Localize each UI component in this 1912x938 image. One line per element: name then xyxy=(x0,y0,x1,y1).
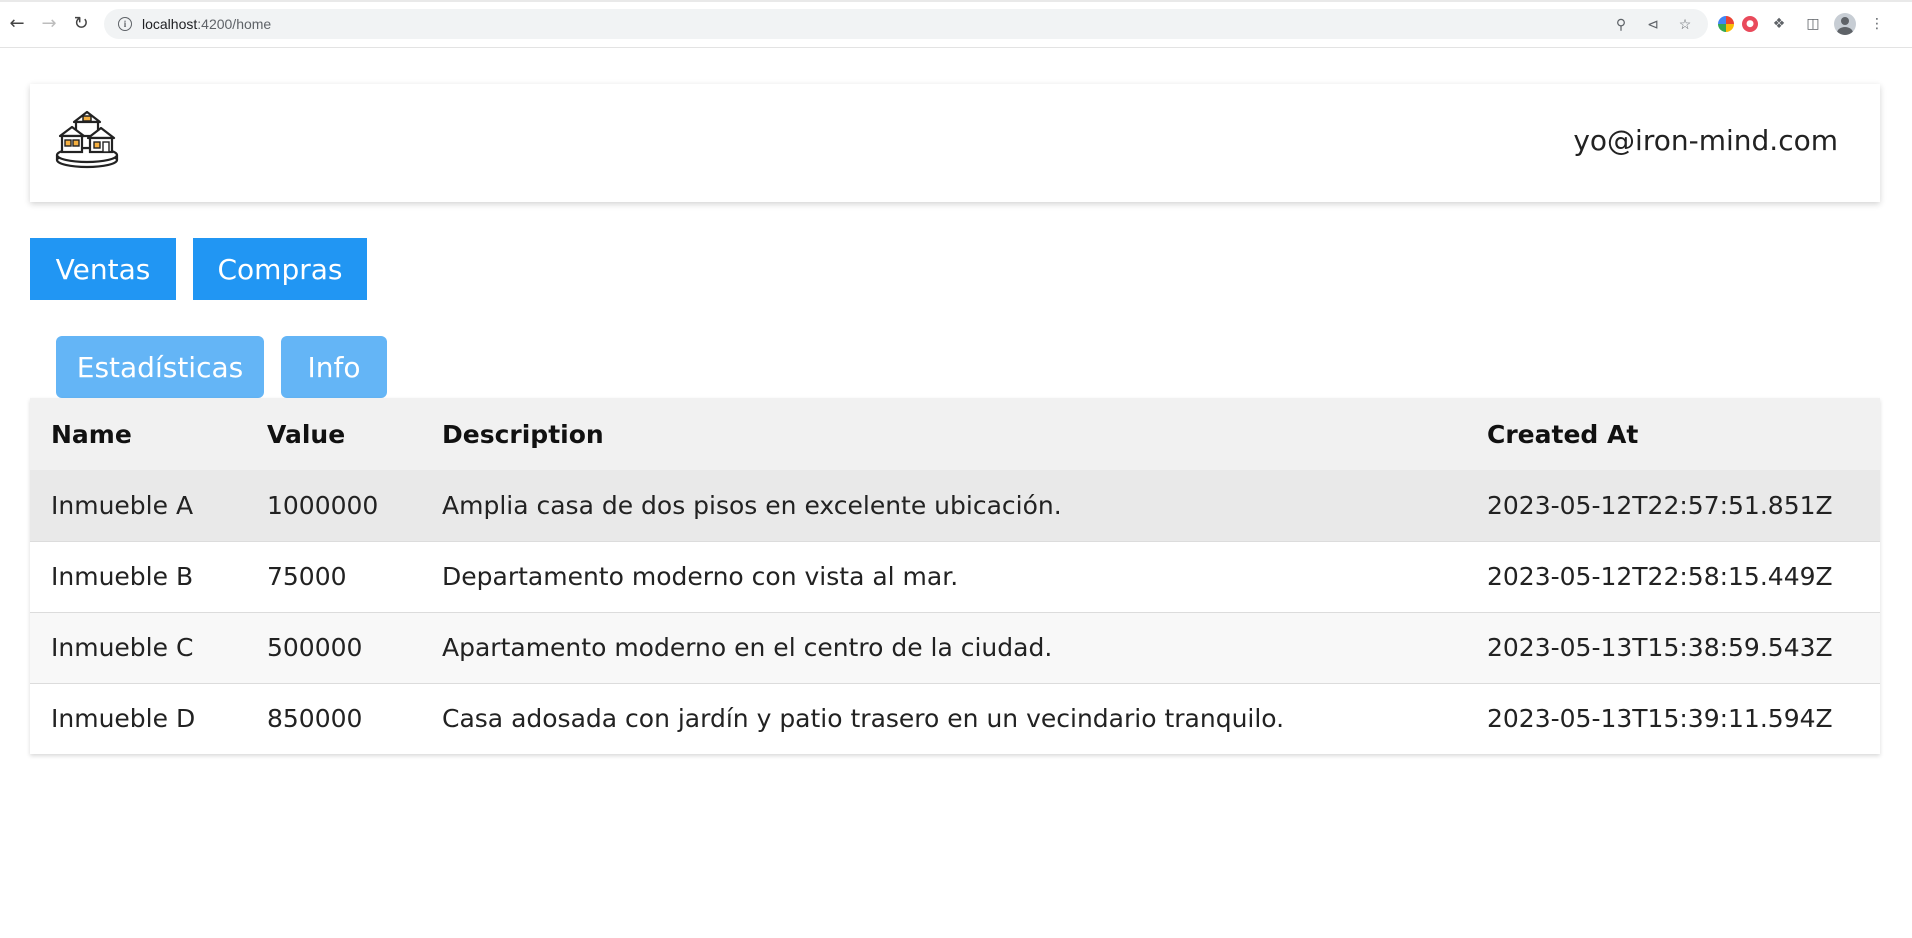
house-coins-icon[interactable] xyxy=(54,106,120,170)
forward-arrow-icon[interactable]: → xyxy=(36,11,62,37)
app-header: yo@iron-mind.com xyxy=(30,84,1880,202)
red-extension-icon[interactable]: ● xyxy=(1742,16,1758,32)
kebab-menu-icon[interactable]: ⋮ xyxy=(1864,11,1890,37)
table-row[interactable]: Inmueble C 500000 Apartamento moderno en… xyxy=(30,611,1880,683)
user-email: yo@iron-mind.com xyxy=(1573,124,1838,157)
ventas-button[interactable]: Ventas xyxy=(30,238,176,300)
cell-name: Inmueble C xyxy=(30,611,246,683)
loading-bar xyxy=(0,0,1912,2)
cell-description: Casa adosada con jardín y patio trasero … xyxy=(421,682,1466,754)
tab-estadisticas[interactable]: Estadísticas xyxy=(56,336,264,398)
cell-value: 1000000 xyxy=(246,470,421,541)
cell-value: 75000 xyxy=(246,540,421,612)
column-header-value: Value xyxy=(246,398,421,470)
extensions-area: ● ❖ ◫ ⋮ xyxy=(1718,11,1890,37)
cell-created-at: 2023-05-12T22:58:15.449Z xyxy=(1466,540,1880,612)
properties-table: Name Value Description Created At Inmueb… xyxy=(30,398,1880,754)
color-extension-icon[interactable] xyxy=(1718,16,1734,32)
zoom-icon[interactable]: ⚲ xyxy=(1610,13,1632,35)
table-header-row: Name Value Description Created At xyxy=(30,398,1880,470)
browser-toolbar: ← → ↻ i localhost:4200/home ⚲ ⊲ ☆ ● ❖ ◫ … xyxy=(0,0,1912,48)
bookmark-star-icon[interactable]: ☆ xyxy=(1674,13,1696,35)
table-row[interactable]: Inmueble D 850000 Casa adosada con jardí… xyxy=(30,682,1880,754)
column-header-name: Name xyxy=(30,398,246,470)
cell-value: 850000 xyxy=(246,682,421,754)
cell-created-at: 2023-05-13T15:39:11.594Z xyxy=(1466,682,1880,754)
url-path: :4200/home xyxy=(197,16,272,32)
share-icon[interactable]: ⊲ xyxy=(1642,13,1664,35)
site-info-icon[interactable]: i xyxy=(118,17,132,31)
column-header-created-at: Created At xyxy=(1466,398,1880,470)
cell-name: Inmueble A xyxy=(30,470,246,541)
table-row[interactable]: Inmueble B 75000 Departamento moderno co… xyxy=(30,540,1880,612)
cell-created-at: 2023-05-12T22:57:51.851Z xyxy=(1466,470,1880,541)
puzzle-extensions-icon[interactable]: ❖ xyxy=(1766,11,1792,37)
cell-name: Inmueble B xyxy=(30,540,246,612)
column-header-description: Description xyxy=(421,398,1466,470)
url-host: localhost xyxy=(142,16,198,32)
cell-name: Inmueble D xyxy=(30,682,246,754)
cell-description: Amplia casa de dos pisos en excelente ub… xyxy=(421,470,1466,541)
compras-button[interactable]: Compras xyxy=(193,238,367,300)
reload-icon[interactable]: ↻ xyxy=(68,11,94,37)
cell-description: Departamento moderno con vista al mar. xyxy=(421,540,1466,612)
table-row[interactable]: Inmueble A 1000000 Amplia casa de dos pi… xyxy=(30,470,1880,541)
tab-info[interactable]: Info xyxy=(281,336,387,398)
address-bar[interactable]: i localhost:4200/home ⚲ ⊲ ☆ xyxy=(104,9,1708,39)
side-panel-icon[interactable]: ◫ xyxy=(1800,11,1826,37)
cell-created-at: 2023-05-13T15:38:59.543Z xyxy=(1466,611,1880,683)
profile-avatar-icon[interactable] xyxy=(1834,13,1856,35)
back-arrow-icon[interactable]: ← xyxy=(4,11,30,37)
omnibox-actions: ⚲ ⊲ ☆ xyxy=(1610,13,1696,35)
cell-description: Apartamento moderno en el centro de la c… xyxy=(421,611,1466,683)
cell-value: 500000 xyxy=(246,611,421,683)
